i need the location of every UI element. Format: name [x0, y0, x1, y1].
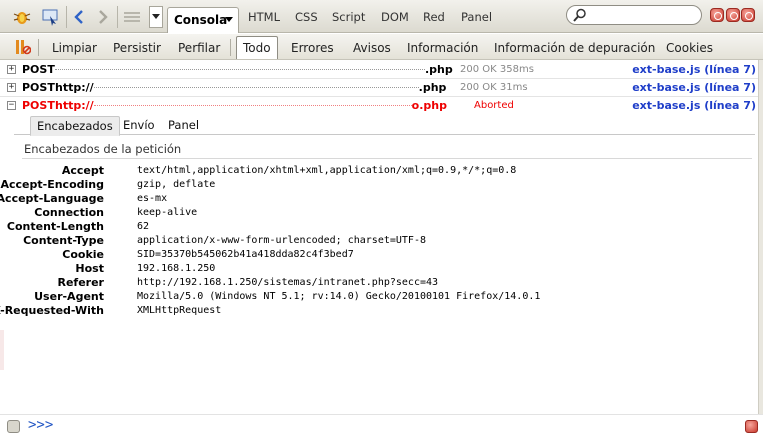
collapse-icon[interactable]: −: [7, 101, 16, 110]
clear-console-icon[interactable]: [12, 36, 32, 58]
header-value: gzip, deflate: [137, 179, 216, 190]
tab-script[interactable]: Script: [332, 10, 365, 24]
request-source-link[interactable]: ext-base.js (línea 7): [632, 99, 756, 112]
request-source-link[interactable]: ext-base.js (línea 7): [632, 63, 756, 76]
firebug-icon[interactable]: [11, 6, 33, 28]
header-row: Content-Length 62: [0, 220, 740, 234]
inspect-icon[interactable]: [40, 6, 62, 28]
header-value: text/html,application/xhtml+xml,applicat…: [137, 165, 517, 176]
request-url-suffix: .php: [425, 63, 453, 76]
header-row: Referer http://192.168.1.250/sistemas/int…: [0, 276, 740, 290]
search-input[interactable]: [566, 5, 702, 25]
request-method: POST: [22, 81, 55, 94]
header-value: 192.168.1.250: [137, 263, 216, 274]
tab-headers[interactable]: Encabezados: [30, 116, 120, 136]
header-row: Accept text/html,application/xhtml+xml,ap…: [0, 164, 740, 178]
header-row: X-Requested-With XMLHttpRequest: [0, 304, 740, 318]
expand-editor-icon[interactable]: [745, 420, 758, 433]
filter-cookies[interactable]: Cookies: [663, 38, 716, 58]
gutter-marker: [0, 330, 4, 370]
section-title: Encabezados de la petición: [24, 142, 182, 156]
firebug-toolbar: Consola HTML CSS Script DOM Red Panel: [0, 0, 763, 33]
header-name: Cookie: [62, 248, 104, 261]
header-name: X-Requested-With: [0, 304, 104, 317]
header-value: XMLHttpRequest: [137, 305, 222, 316]
command-menu-icon[interactable]: [7, 420, 20, 433]
menu-icon[interactable]: [121, 6, 143, 28]
request-row[interactable]: + POST .php 200 OK 358ms ext-base.js (lí…: [0, 61, 758, 79]
scrollbar-track[interactable]: [758, 60, 763, 415]
filter-all[interactable]: Todo: [236, 36, 278, 59]
header-value: keep-alive: [137, 207, 198, 218]
filter-debug-info[interactable]: Información de depuración: [491, 38, 658, 58]
tab-net[interactable]: Red: [423, 10, 445, 24]
header-row: Connection keep-alive: [0, 206, 740, 220]
tab-css[interactable]: CSS: [295, 10, 318, 24]
filter-info[interactable]: Información: [404, 38, 481, 58]
panel-menu-icon[interactable]: [149, 6, 163, 28]
header-name: Content-Length: [6, 220, 104, 233]
header-name: Accept-Encoding: [0, 178, 105, 191]
header-name: Connection: [34, 206, 104, 219]
command-prompt: >>>: [28, 417, 54, 433]
chevron-down-icon: [225, 17, 233, 22]
request-status: 200 OK 358ms: [460, 64, 534, 75]
tab-panel[interactable]: Panel: [461, 10, 492, 24]
header-value: es-mx: [137, 193, 168, 204]
divider: [22, 158, 752, 159]
header-row: Host 192.168.1.250: [0, 262, 740, 276]
header-row: Cookie SID=35370b545062b41a418dda82c4f3be…: [0, 248, 740, 262]
persist-button[interactable]: Persistir: [110, 38, 164, 58]
request-status: 200 OK 31ms: [460, 82, 528, 93]
tab-console-label: Consola: [174, 13, 228, 27]
profile-button[interactable]: Perfilar: [175, 38, 223, 58]
request-row[interactable]: + POST http://.php 200 OK 31ms ext-base.…: [0, 79, 758, 97]
request-url[interactable]: http://o.php: [55, 99, 447, 112]
header-name: Content-Type: [23, 234, 104, 247]
header-name: Referer: [57, 276, 105, 289]
console-filter-bar: Limpiar Persistir Perfilar Todo Errores …: [0, 34, 763, 60]
expand-icon[interactable]: +: [7, 65, 16, 74]
request-method: POST: [22, 63, 55, 76]
filter-warnings[interactable]: Avisos: [350, 38, 394, 58]
tab-html[interactable]: HTML: [248, 10, 280, 24]
header-value: 62: [137, 221, 150, 232]
header-name: Accept-Language: [0, 192, 104, 205]
tab-response[interactable]: Panel: [162, 116, 205, 136]
close-icon[interactable]: [741, 8, 755, 22]
expand-icon[interactable]: +: [7, 83, 16, 92]
header-value: SID=35370b545062b41a418dda82c4f3bed7: [137, 249, 354, 260]
header-value: Mozilla/5.0 (Windows NT 5.1; rv:14.0) Ge…: [137, 291, 541, 302]
back-icon[interactable]: [70, 6, 88, 28]
request-url-suffix: o.php: [411, 99, 447, 112]
request-status: Aborted: [474, 100, 514, 111]
header-name: User-Agent: [34, 290, 104, 303]
request-url[interactable]: .php: [55, 63, 453, 76]
tab-console[interactable]: Consola: [167, 7, 239, 33]
request-url[interactable]: http://.php: [55, 81, 446, 94]
request-detail-tabs: Encabezados Envío Panel: [14, 113, 755, 136]
header-row: Accept-Encoding gzip, deflate: [0, 178, 740, 192]
filter-errors[interactable]: Errores: [288, 38, 337, 58]
header-name: Accept: [61, 164, 104, 177]
minimize-icon[interactable]: [710, 8, 724, 22]
tab-dom[interactable]: DOM: [381, 10, 409, 24]
header-name: Host: [75, 262, 104, 275]
command-line[interactable]: >>>: [0, 414, 763, 443]
header-value: http://192.168.1.250/sistemas/intranet.p…: [137, 277, 439, 288]
detach-icon[interactable]: [726, 8, 740, 22]
forward-icon[interactable]: [94, 6, 112, 28]
header-value: application/x-www-form-urlencoded; chars…: [137, 235, 426, 246]
header-row: Content-Type application/x-www-form-urlen…: [0, 234, 740, 248]
request-method: POST: [22, 99, 55, 112]
header-row: Accept-Language es-mx: [0, 192, 740, 206]
header-row: User-Agent Mozilla/5.0 (Windows NT 5.1; r…: [0, 290, 740, 304]
request-url-suffix: .php: [418, 81, 447, 94]
tab-post[interactable]: Envío: [117, 116, 161, 136]
clear-button[interactable]: Limpiar: [49, 38, 100, 58]
request-source-link[interactable]: ext-base.js (línea 7): [632, 81, 756, 94]
search-icon: [573, 8, 586, 22]
